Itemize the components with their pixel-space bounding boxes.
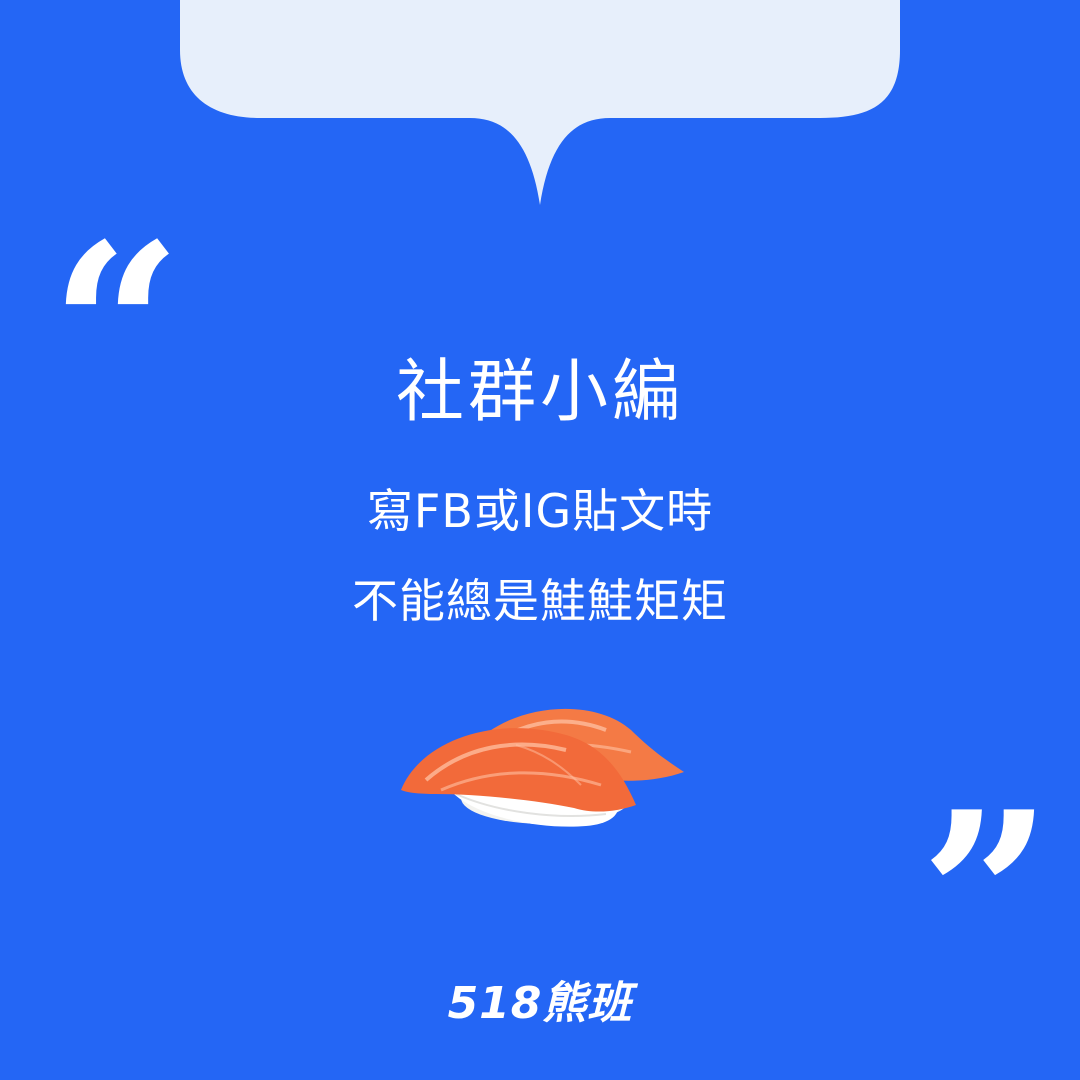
salmon-sushi-icon bbox=[401, 708, 684, 827]
post-canvas: “ 社群小編 寫FB或IG貼文時 不能總是鮭鮭矩矩 ” 518熊班 bbox=[0, 0, 1080, 1080]
body-line-2: 不能總是鮭鮭矩矩 bbox=[352, 574, 728, 628]
brand-logo-text: 518熊班 bbox=[447, 978, 633, 1029]
headline: 社群小編 bbox=[395, 353, 684, 432]
body-line-1: 寫FB或IG貼文時 bbox=[366, 484, 714, 538]
speech-bubble-icon bbox=[180, 0, 900, 205]
